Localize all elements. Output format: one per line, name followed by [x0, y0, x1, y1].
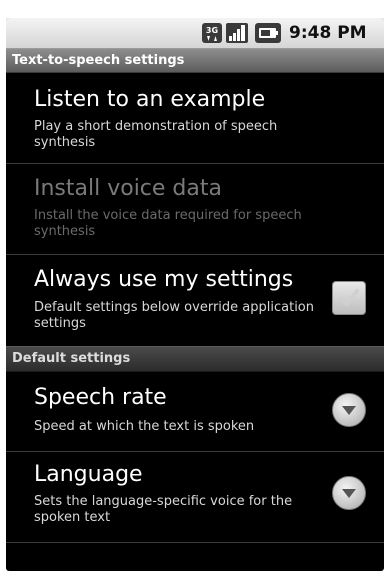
install-voice-data-item[interactable]: Install voice data Install the voice dat…	[6, 164, 384, 254]
checkmark-icon	[339, 289, 359, 306]
listen-example-summary: Play a short demonstration of speech syn…	[34, 119, 278, 150]
speech-rate-title: Speech rate	[34, 385, 167, 410]
listen-example-title: Listen to an example	[34, 87, 266, 112]
listen-example-item[interactable]: Listen to an example Play a short demons…	[6, 73, 384, 163]
always-use-settings-title: Always use my settings	[34, 267, 294, 292]
svg-text:3G: 3G	[206, 26, 218, 35]
signal-strength-icon	[225, 22, 249, 44]
chevron-down-icon	[342, 406, 356, 415]
install-voice-data-summary: Install the voice data required for spee…	[34, 208, 302, 239]
network-3g-icon: 3G	[201, 22, 223, 44]
default-settings-header: Default settings	[6, 346, 384, 372]
phone-screen: 3G 9:48 PM Text-to-speech settings Liste…	[6, 18, 384, 571]
install-voice-data-title: Install voice data	[34, 176, 222, 201]
speech-rate-item[interactable]: Speech rate Speed at which the text is s…	[6, 371, 384, 451]
language-title: Language	[34, 462, 143, 487]
divider	[6, 542, 384, 543]
category-label: Default settings	[12, 351, 131, 366]
status-time: 9:48 PM	[289, 23, 367, 43]
battery-icon	[254, 22, 282, 44]
title-bar: Text-to-speech settings	[6, 49, 384, 73]
language-item[interactable]: Language Sets the language-specific voic…	[6, 452, 384, 542]
always-use-settings-item[interactable]: Always use my settings Default settings …	[6, 255, 384, 346]
always-use-settings-checkbox[interactable]	[332, 281, 366, 315]
language-dropdown[interactable]	[332, 476, 366, 510]
page-title: Text-to-speech settings	[12, 53, 185, 68]
language-summary: Sets the language-specific voice for the…	[34, 494, 293, 525]
always-use-settings-summary: Default settings below override applicat…	[34, 300, 314, 331]
chevron-down-icon	[342, 489, 356, 498]
speech-rate-summary: Speed at which the text is spoken	[34, 419, 255, 434]
status-bar: 3G 9:48 PM	[6, 18, 384, 49]
speech-rate-dropdown[interactable]	[332, 393, 366, 427]
